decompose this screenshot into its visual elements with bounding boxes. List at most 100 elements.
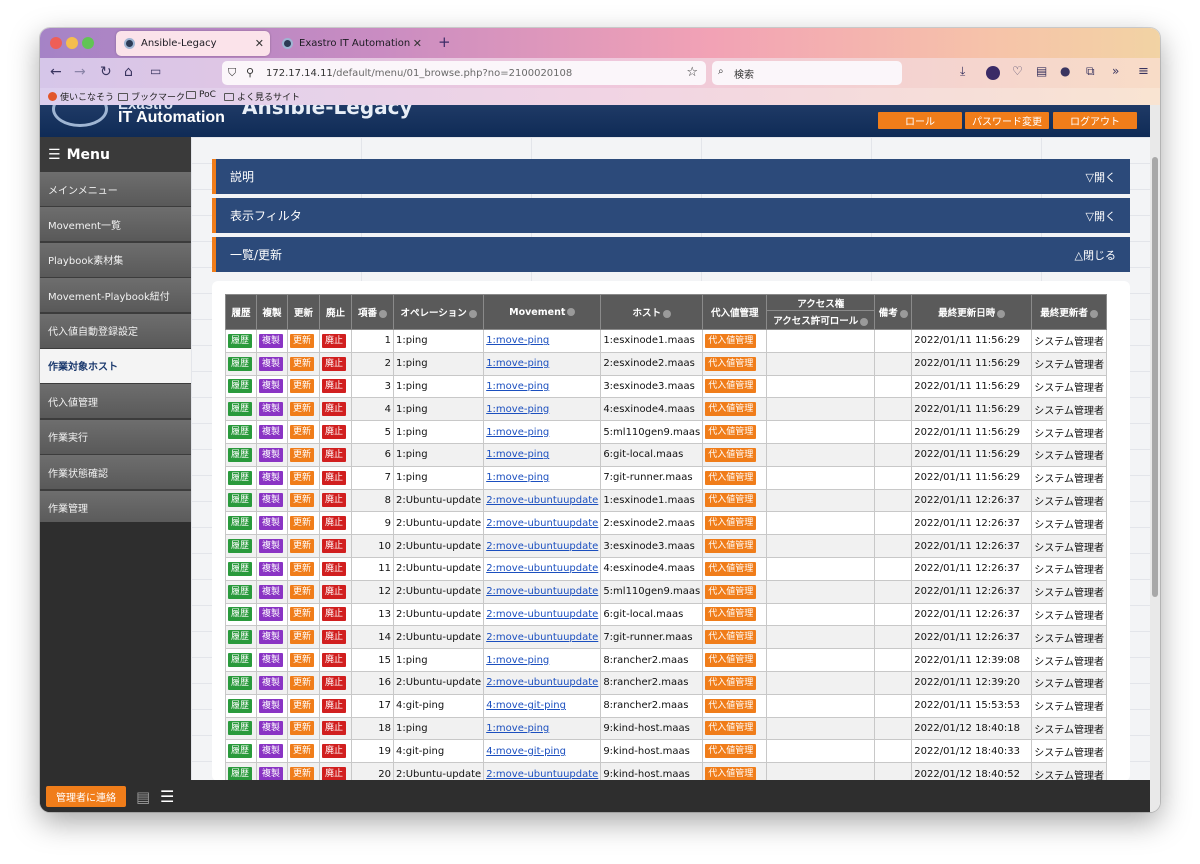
duplicate-button[interactable]: 複製 bbox=[259, 447, 284, 462]
close-tab-icon[interactable]: ✕ bbox=[413, 37, 422, 50]
tab-exastro-it-automation[interactable]: Exastro IT Automation ✕ bbox=[274, 31, 428, 56]
update-button[interactable]: 更新 bbox=[290, 584, 315, 599]
sidebar-item[interactable]: Movement-Playbook紐付 bbox=[40, 278, 191, 313]
close-tab-icon[interactable]: ✕ bbox=[255, 37, 264, 50]
update-button[interactable]: 更新 bbox=[290, 447, 315, 462]
layout-list-icon[interactable]: ▤ bbox=[136, 788, 150, 806]
subst-manage-button[interactable]: 代入値管理 bbox=[705, 607, 757, 622]
history-button[interactable]: 履歴 bbox=[228, 402, 253, 417]
movement-link[interactable]: 2:move-ubuntuupdate bbox=[486, 769, 598, 780]
section-toggle[interactable]: △閉じる bbox=[1075, 247, 1116, 263]
movement-link[interactable]: 2:move-ubuntuupdate bbox=[486, 518, 598, 529]
sidebar-item[interactable]: 作業対象ホスト bbox=[40, 348, 191, 383]
col-access-role[interactable]: アクセス許可ロール bbox=[766, 310, 876, 330]
new-tab-icon[interactable]: + bbox=[438, 33, 451, 51]
movement-link[interactable]: 1:move-ping bbox=[486, 655, 549, 666]
bookmark-folder-poc[interactable]: PoC bbox=[186, 90, 216, 100]
discard-button[interactable]: 廃止 bbox=[322, 584, 347, 599]
update-button[interactable]: 更新 bbox=[290, 333, 315, 348]
duplicate-button[interactable]: 複製 bbox=[259, 561, 284, 576]
col-host[interactable]: ホスト bbox=[600, 294, 704, 330]
sidebar-item[interactable]: 代入値管理 bbox=[40, 384, 191, 419]
col-note[interactable]: 備考 bbox=[874, 294, 913, 330]
subst-manage-button[interactable]: 代入値管理 bbox=[705, 675, 757, 690]
discard-button[interactable]: 廃止 bbox=[322, 356, 347, 371]
sort-icon[interactable] bbox=[379, 309, 387, 318]
movement-link[interactable]: 1:move-ping bbox=[486, 427, 549, 438]
pocket-icon[interactable]: ♡ bbox=[1012, 64, 1023, 78]
search-input[interactable]: ⌕ 検索 bbox=[712, 61, 902, 85]
download-icon[interactable]: ⤓ bbox=[960, 64, 965, 79]
history-button[interactable]: 履歴 bbox=[228, 767, 253, 781]
discard-button[interactable]: 廃止 bbox=[322, 402, 347, 417]
movement-link[interactable]: 1:move-ping bbox=[486, 449, 549, 460]
reader-icon[interactable]: ▤ bbox=[1036, 64, 1047, 78]
duplicate-button[interactable]: 複製 bbox=[259, 584, 284, 599]
sort-icon[interactable] bbox=[899, 309, 908, 318]
subst-manage-button[interactable]: 代入値管理 bbox=[705, 653, 757, 668]
update-button[interactable]: 更新 bbox=[290, 698, 315, 713]
duplicate-button[interactable]: 複製 bbox=[259, 493, 284, 508]
contact-admin-button[interactable]: 管理者に連絡 bbox=[46, 786, 126, 807]
discard-button[interactable]: 廃止 bbox=[322, 425, 347, 440]
scrollbar-thumb[interactable] bbox=[1152, 157, 1158, 597]
col-last-updater[interactable]: 最終更新者 bbox=[1031, 294, 1107, 330]
duplicate-button[interactable]: 複製 bbox=[259, 333, 284, 348]
page-scrollbar[interactable] bbox=[1150, 105, 1160, 812]
subst-manage-button[interactable]: 代入値管理 bbox=[705, 539, 757, 554]
subst-manage-button[interactable]: 代入値管理 bbox=[705, 379, 757, 394]
update-button[interactable]: 更新 bbox=[290, 402, 315, 417]
history-button[interactable]: 履歴 bbox=[228, 379, 253, 394]
bookmark-star-icon[interactable]: ☆ bbox=[686, 65, 698, 80]
subst-manage-button[interactable]: 代入値管理 bbox=[705, 561, 757, 576]
sidebar-item[interactable]: 作業実行 bbox=[40, 419, 191, 454]
logout-button[interactable]: ログアウト bbox=[1053, 112, 1137, 129]
movement-link[interactable]: 2:move-ubuntuupdate bbox=[486, 495, 598, 506]
yahoo-extension-icon[interactable] bbox=[986, 66, 1000, 80]
subst-manage-button[interactable]: 代入値管理 bbox=[705, 721, 757, 736]
duplicate-button[interactable]: 複製 bbox=[259, 630, 284, 645]
movement-link[interactable]: 1:move-ping bbox=[486, 404, 549, 415]
duplicate-button[interactable]: 複製 bbox=[259, 767, 284, 781]
page-info-icon[interactable]: ⚲ bbox=[246, 66, 254, 79]
history-button[interactable]: 履歴 bbox=[228, 607, 253, 622]
subst-manage-button[interactable]: 代入値管理 bbox=[705, 356, 757, 371]
history-button[interactable]: 履歴 bbox=[228, 653, 253, 668]
discard-button[interactable]: 廃止 bbox=[322, 333, 347, 348]
update-button[interactable]: 更新 bbox=[290, 767, 315, 781]
history-button[interactable]: 履歴 bbox=[228, 698, 253, 713]
col-item-no[interactable]: 項番 bbox=[351, 294, 394, 330]
history-button[interactable]: 履歴 bbox=[228, 539, 253, 554]
subst-manage-button[interactable]: 代入値管理 bbox=[705, 630, 757, 645]
movement-link[interactable]: 2:move-ubuntuupdate bbox=[486, 586, 598, 597]
history-button[interactable]: 履歴 bbox=[228, 447, 253, 462]
duplicate-button[interactable]: 複製 bbox=[259, 607, 284, 622]
update-button[interactable]: 更新 bbox=[290, 721, 315, 736]
subst-manage-button[interactable]: 代入値管理 bbox=[705, 744, 757, 759]
history-button[interactable]: 履歴 bbox=[228, 493, 253, 508]
movement-link[interactable]: 4:move-git-ping bbox=[486, 700, 566, 711]
history-button[interactable]: 履歴 bbox=[228, 721, 253, 736]
update-button[interactable]: 更新 bbox=[290, 630, 315, 645]
movement-link[interactable]: 4:move-git-ping bbox=[486, 746, 566, 757]
discard-button[interactable]: 廃止 bbox=[322, 607, 347, 622]
subst-manage-button[interactable]: 代入値管理 bbox=[705, 447, 757, 462]
discard-button[interactable]: 廃止 bbox=[322, 675, 347, 690]
sidebar-item[interactable]: Movement一覧 bbox=[40, 207, 191, 242]
movement-link[interactable]: 1:move-ping bbox=[486, 358, 549, 369]
bookmark-folder-bookmarks[interactable]: ブックマーク bbox=[118, 90, 185, 103]
duplicate-button[interactable]: 複製 bbox=[259, 675, 284, 690]
sidebar-item[interactable]: 代入値自動登録設定 bbox=[40, 313, 191, 348]
duplicate-button[interactable]: 複製 bbox=[259, 356, 284, 371]
discard-button[interactable]: 廃止 bbox=[322, 447, 347, 462]
history-button[interactable]: 履歴 bbox=[228, 516, 253, 531]
duplicate-button[interactable]: 複製 bbox=[259, 402, 284, 417]
duplicate-button[interactable]: 複製 bbox=[259, 539, 284, 554]
section-toggle[interactable]: ▽開く bbox=[1086, 169, 1116, 185]
history-button[interactable]: 履歴 bbox=[228, 425, 253, 440]
update-button[interactable]: 更新 bbox=[290, 744, 315, 759]
discard-button[interactable]: 廃止 bbox=[322, 767, 347, 781]
history-button[interactable]: 履歴 bbox=[228, 584, 253, 599]
sort-icon[interactable] bbox=[1089, 309, 1098, 318]
duplicate-button[interactable]: 複製 bbox=[259, 425, 284, 440]
